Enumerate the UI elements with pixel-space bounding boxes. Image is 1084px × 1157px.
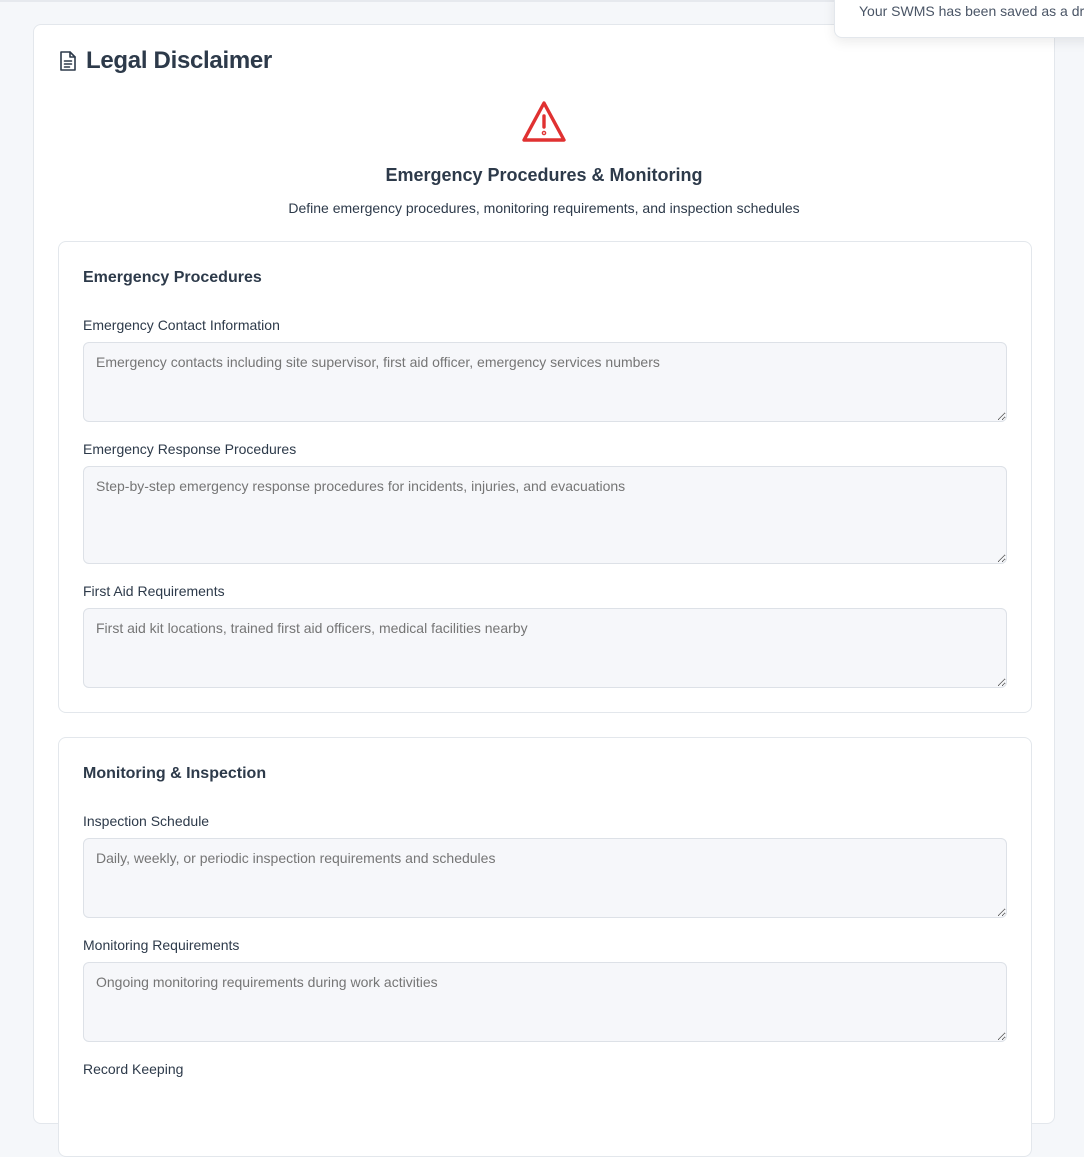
emergency-response-label: Emergency Response Procedures (83, 441, 297, 457)
section-title: Monitoring & Inspection (83, 765, 267, 782)
toast-message: Your SWMS has been saved as a dr (859, 3, 1084, 19)
hero-title: Emergency Procedures & Monitoring (385, 165, 703, 185)
monitoring-inspection-section: Monitoring & Inspection Inspection Sched… (58, 737, 1032, 1157)
hero: Emergency Procedures & Monitoring Define… (34, 99, 1054, 216)
save-toast: Your SWMS has been saved as a dr (834, 0, 1084, 38)
section-title: Emergency Procedures (83, 269, 262, 286)
monitoring-requirements-label: Monitoring Requirements (83, 937, 240, 953)
monitoring-requirements-field[interactable] (83, 962, 1007, 1042)
warning-triangle-icon (520, 99, 568, 145)
document-icon (58, 50, 78, 72)
emergency-contact-label: Emergency Contact Information (83, 317, 280, 333)
emergency-contact-field[interactable] (83, 342, 1007, 422)
first-aid-field[interactable] (83, 608, 1007, 688)
first-aid-label: First Aid Requirements (83, 583, 225, 599)
hero-subtitle: Define emergency procedures, monitoring … (288, 200, 800, 216)
emergency-response-field[interactable] (83, 466, 1007, 564)
legal-disclaimer-card: Legal Disclaimer Emergency Procedures & … (33, 24, 1055, 1157)
inspection-schedule-field[interactable] (83, 838, 1007, 918)
card-title: Legal Disclaimer (86, 47, 272, 74)
inspection-schedule-label: Inspection Schedule (83, 813, 210, 829)
emergency-procedures-section: Emergency Procedures Emergency Contact I… (58, 241, 1032, 713)
card-header: Legal Disclaimer (58, 47, 272, 75)
